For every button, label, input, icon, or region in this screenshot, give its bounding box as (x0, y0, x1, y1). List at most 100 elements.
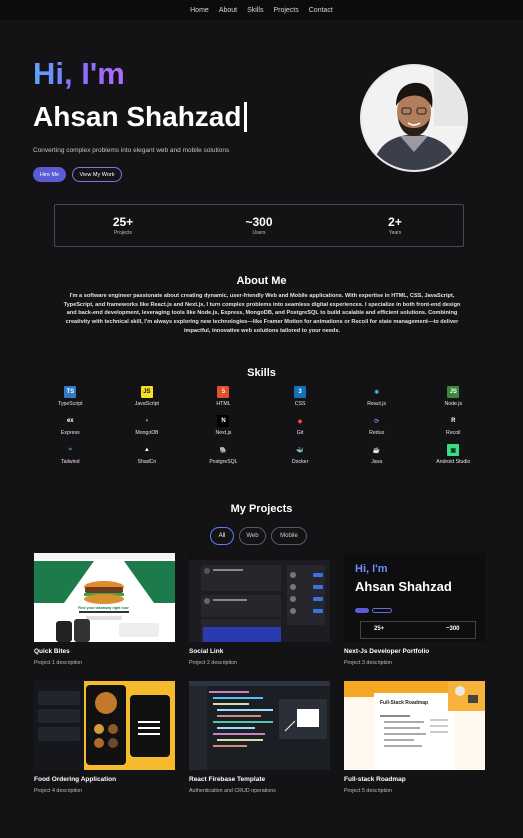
project-desc: Project 3 description (344, 660, 392, 666)
nav-skills[interactable]: Skills (247, 7, 263, 14)
skill-name: TypeScript (58, 401, 83, 407)
skill-icon: ex (66, 418, 74, 424)
skill-name: Redux (369, 430, 385, 436)
thumb-headline: Find your takeaway right now (78, 606, 129, 610)
project-thumbnail: Hi, I'm Ahsan Shahzad 25+ ~300 (344, 553, 485, 642)
skill-icon: ▣ (447, 444, 460, 456)
projects-title: My Projects (230, 503, 293, 515)
skill-icon: ⟳ (374, 418, 380, 425)
skills-row: ≈ Tailwind ▲ ShadCn 🐘 PostgreSQL 🐳 Docker ☕ Java ▣… (32, 444, 492, 473)
project-title: Food Ordering Application (34, 776, 117, 783)
hero-name: Ahsan Shahzad (33, 101, 242, 132)
nav-contact[interactable]: Contact (309, 7, 333, 14)
skill-icon: N (217, 415, 230, 427)
skills-title: Skills (247, 367, 276, 379)
project-card[interactable]: Find your takeaway right now Quick Bites… (34, 553, 175, 666)
skill-name: Docker (291, 459, 309, 465)
filter-all[interactable]: All (210, 527, 234, 545)
skill-item: 3 CSS (262, 386, 339, 415)
skill-name: Recoil (446, 430, 461, 436)
skill-icon: 🐳 (296, 447, 304, 454)
project-thumbnail (34, 681, 175, 770)
skill-item: R Recoil (415, 415, 492, 444)
skill-item: ▣ Android Studio (415, 444, 492, 473)
skill-item: ex Express (32, 415, 109, 444)
skill-icon: TS (64, 386, 77, 398)
view-work-button[interactable]: View My Work (72, 167, 122, 182)
hire-me-button[interactable]: Hire Me (33, 167, 66, 182)
about-text: I'm a software engineer passionate about… (63, 293, 461, 334)
skill-item: 5 HTML (185, 386, 262, 415)
skill-name: Express (60, 430, 80, 436)
thumb-stat: 25+ (374, 626, 385, 632)
stat-label: Users (252, 230, 266, 236)
skill-name: Java (371, 459, 383, 465)
skill-item: 🐳 Docker (262, 444, 339, 473)
project-desc: Project 5 description (344, 788, 392, 794)
project-card[interactable]: Hi, I'm Ahsan Shahzad 25+ ~300 Next-Js D… (344, 553, 485, 666)
hero-greeting: Hi, I'm (33, 56, 125, 91)
project-card[interactable]: Food Ordering Application Project 4 desc… (34, 681, 175, 794)
stat-value: 25+ (112, 215, 134, 229)
project-title: Quick Bites (34, 648, 70, 655)
about-title: About Me (236, 275, 287, 287)
skills-row: ex Express ♦ MongoDB N Next.js ◆ Git ⟳ Redux R Reco… (32, 415, 492, 444)
project-card[interactable]: Social Link Project 2 description (189, 553, 330, 666)
thumb-button-hire (355, 608, 369, 613)
skill-name: Next.js (215, 430, 232, 436)
thumb-stat: ~300 (446, 626, 460, 632)
social-thumbnail-icon (189, 553, 330, 642)
project-desc: Project 2 description (189, 660, 237, 666)
project-title: Social Link (189, 648, 224, 655)
project-thumbnail: Full-Stack Roadmap (344, 681, 485, 770)
skill-name: Git (296, 430, 304, 436)
nav-about[interactable]: About (219, 7, 237, 14)
skill-name: CSS (294, 401, 306, 407)
skill-item: ◆ Git (262, 415, 339, 444)
food-app-thumbnail-icon (34, 553, 175, 642)
project-desc: Project 4 description (34, 788, 82, 794)
stat-years: 2+ Years (327, 215, 463, 236)
skill-item: ⟳ Redux (338, 415, 415, 444)
skill-item: ≈ Tailwind (32, 444, 109, 473)
skill-icon: JS (447, 386, 460, 398)
filter-web[interactable]: Web (239, 527, 266, 545)
stat-projects: 25+ Projects (55, 215, 191, 236)
project-thumbnail: Find your takeaway right now (34, 553, 175, 642)
skills-row: TS TypeScript JS JavaScript 5 HTML 3 CSS ⚛ React.… (32, 386, 492, 415)
project-desc: Project 1 description (34, 660, 82, 666)
project-desc: Authentication and CRUD operations (189, 788, 276, 794)
skill-icon: ≈ (68, 447, 72, 453)
project-card[interactable]: Full-Stack Roadmap Full-stack Roadmap Pr… (344, 681, 485, 794)
code-editor-thumbnail-icon (189, 681, 330, 770)
skill-icon: ▲ (143, 447, 150, 453)
skill-item: ▲ ShadCn (109, 444, 186, 473)
thumb-roadmap-title: Full-Stack Roadmap (380, 700, 429, 706)
nav-projects[interactable]: Projects (273, 7, 298, 14)
project-card[interactable]: React Firebase Template Authentication a… (189, 681, 330, 794)
skill-item: ☕ Java (338, 444, 415, 473)
skill-name: ShadCn (137, 459, 157, 465)
avatar (360, 64, 468, 172)
stat-value: ~300 (245, 215, 273, 229)
skill-item: JS Node.js (415, 386, 492, 415)
project-thumbnail (189, 681, 330, 770)
skill-item: ⚛ React.js (338, 386, 415, 415)
filter-mobile[interactable]: Mobile (271, 527, 307, 545)
avatar-portrait-icon (362, 66, 466, 170)
skill-name: React.js (367, 401, 387, 407)
project-thumbnail (189, 553, 330, 642)
skill-icon: JS (140, 386, 153, 398)
skill-name: PostgreSQL (209, 459, 238, 465)
skill-icon: ⚛ (373, 389, 380, 396)
nav-home[interactable]: Home (190, 7, 209, 14)
skill-icon: ☕ (372, 447, 381, 454)
skill-name: HTML (216, 401, 231, 407)
skill-icon: 🐘 (219, 447, 228, 454)
stat-users: ~300 Users (191, 215, 327, 236)
hero-tagline: Converting complex problems into elegant… (33, 147, 230, 154)
stat-label: Years (388, 230, 402, 236)
skill-name: MongoDB (135, 430, 159, 436)
thumb-greeting: Hi, I'm (355, 563, 388, 575)
skill-icon: 3 (294, 386, 307, 398)
